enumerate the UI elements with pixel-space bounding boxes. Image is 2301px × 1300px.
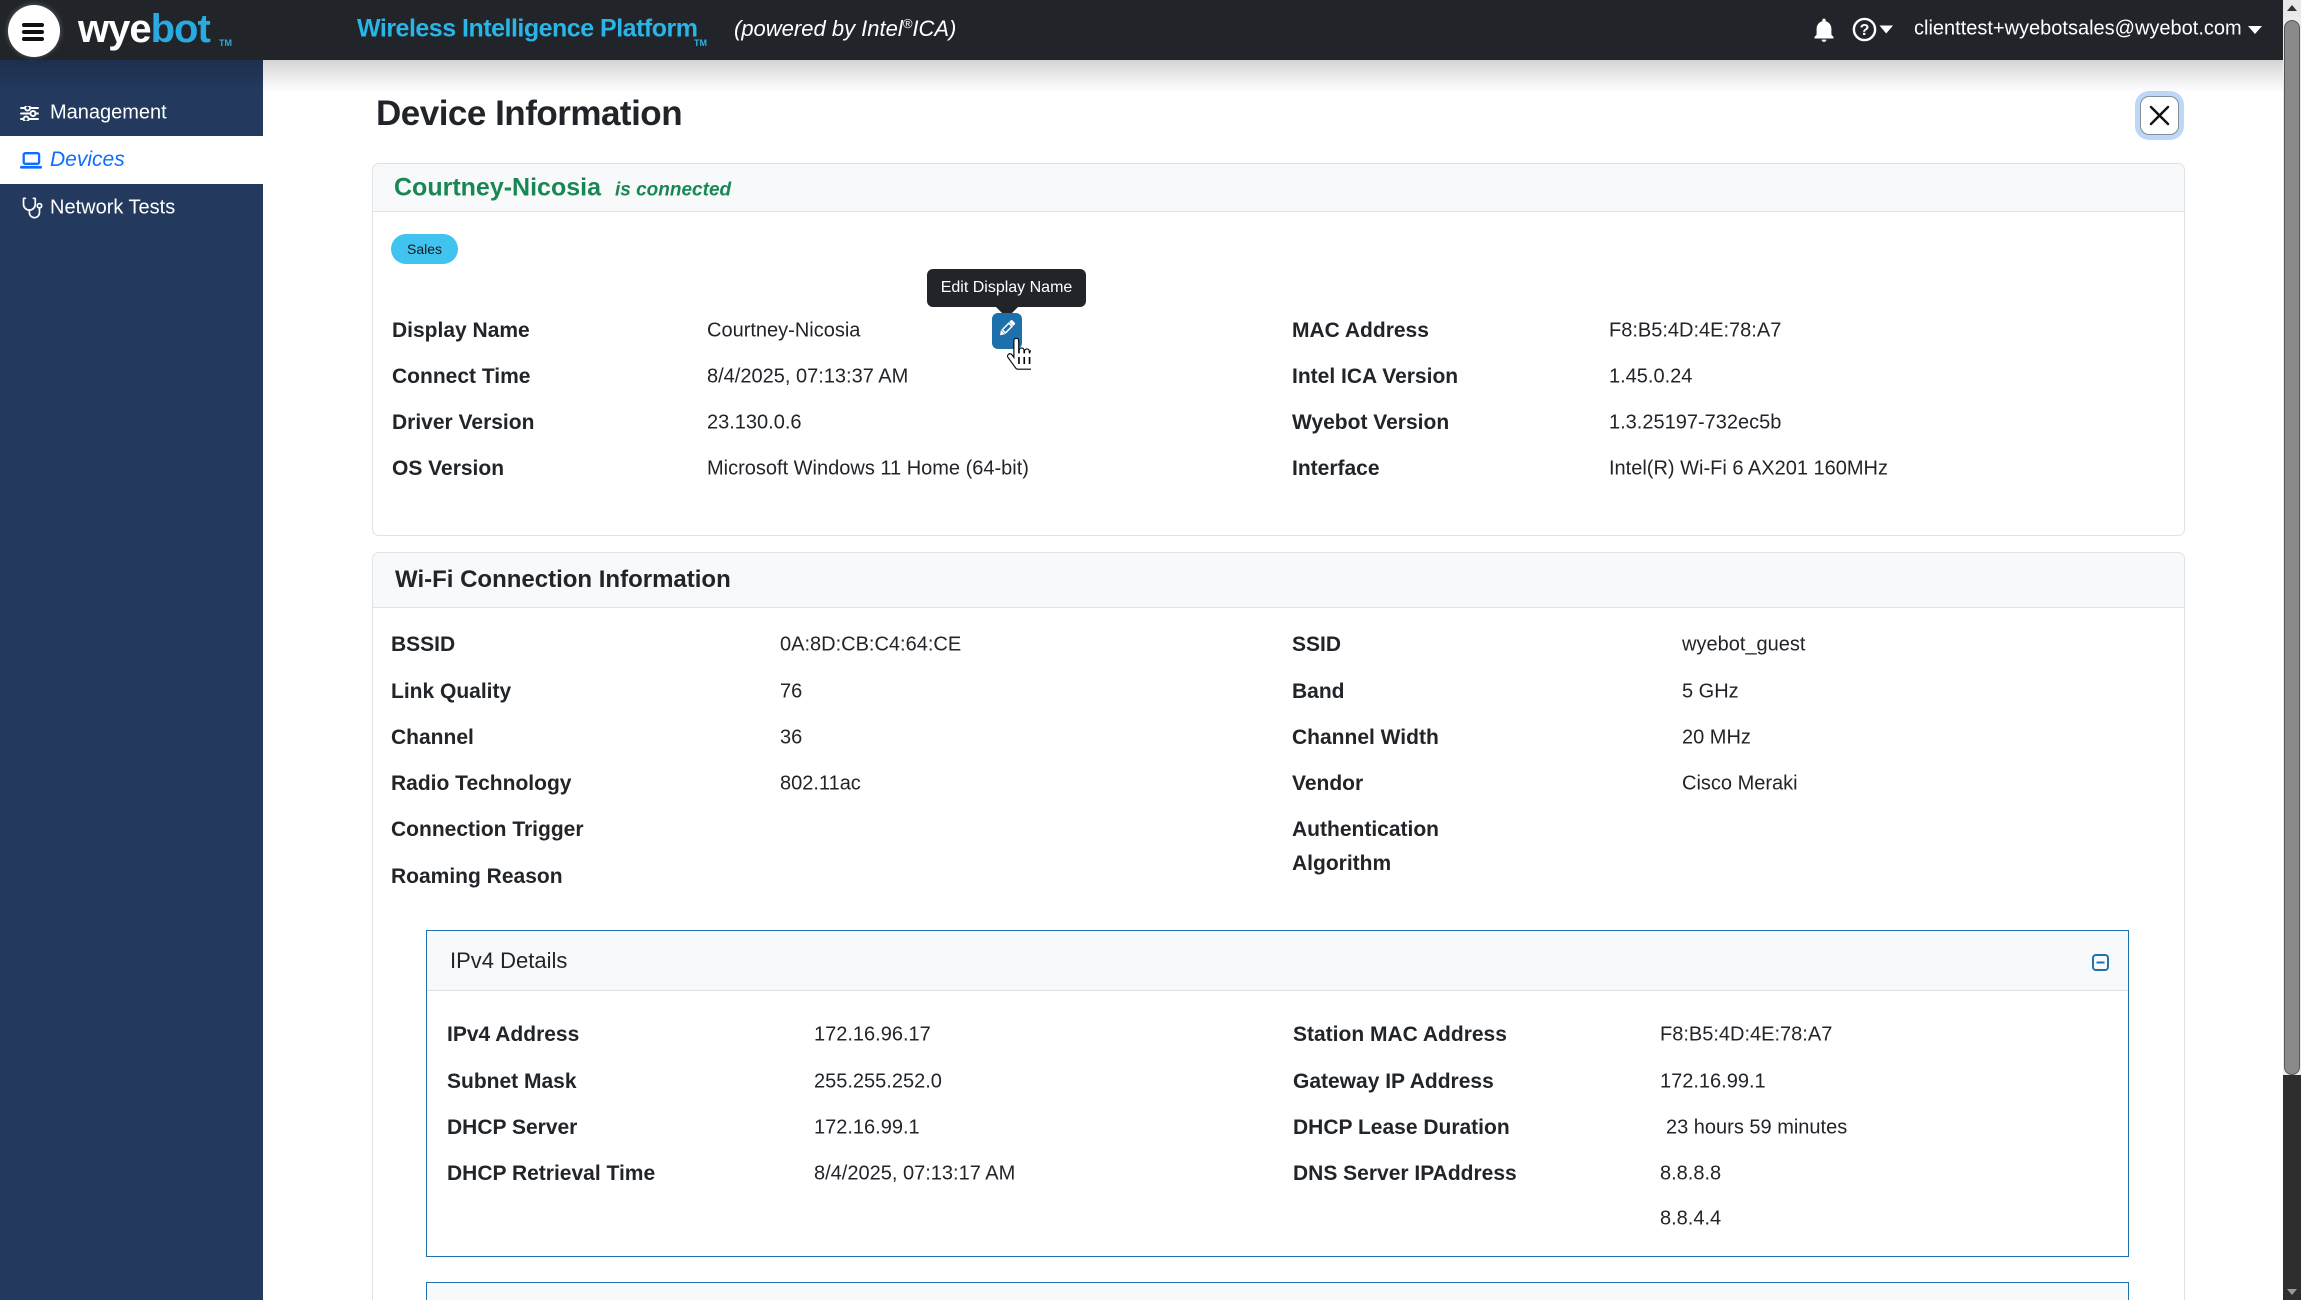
- svg-text:?: ?: [1860, 22, 1870, 39]
